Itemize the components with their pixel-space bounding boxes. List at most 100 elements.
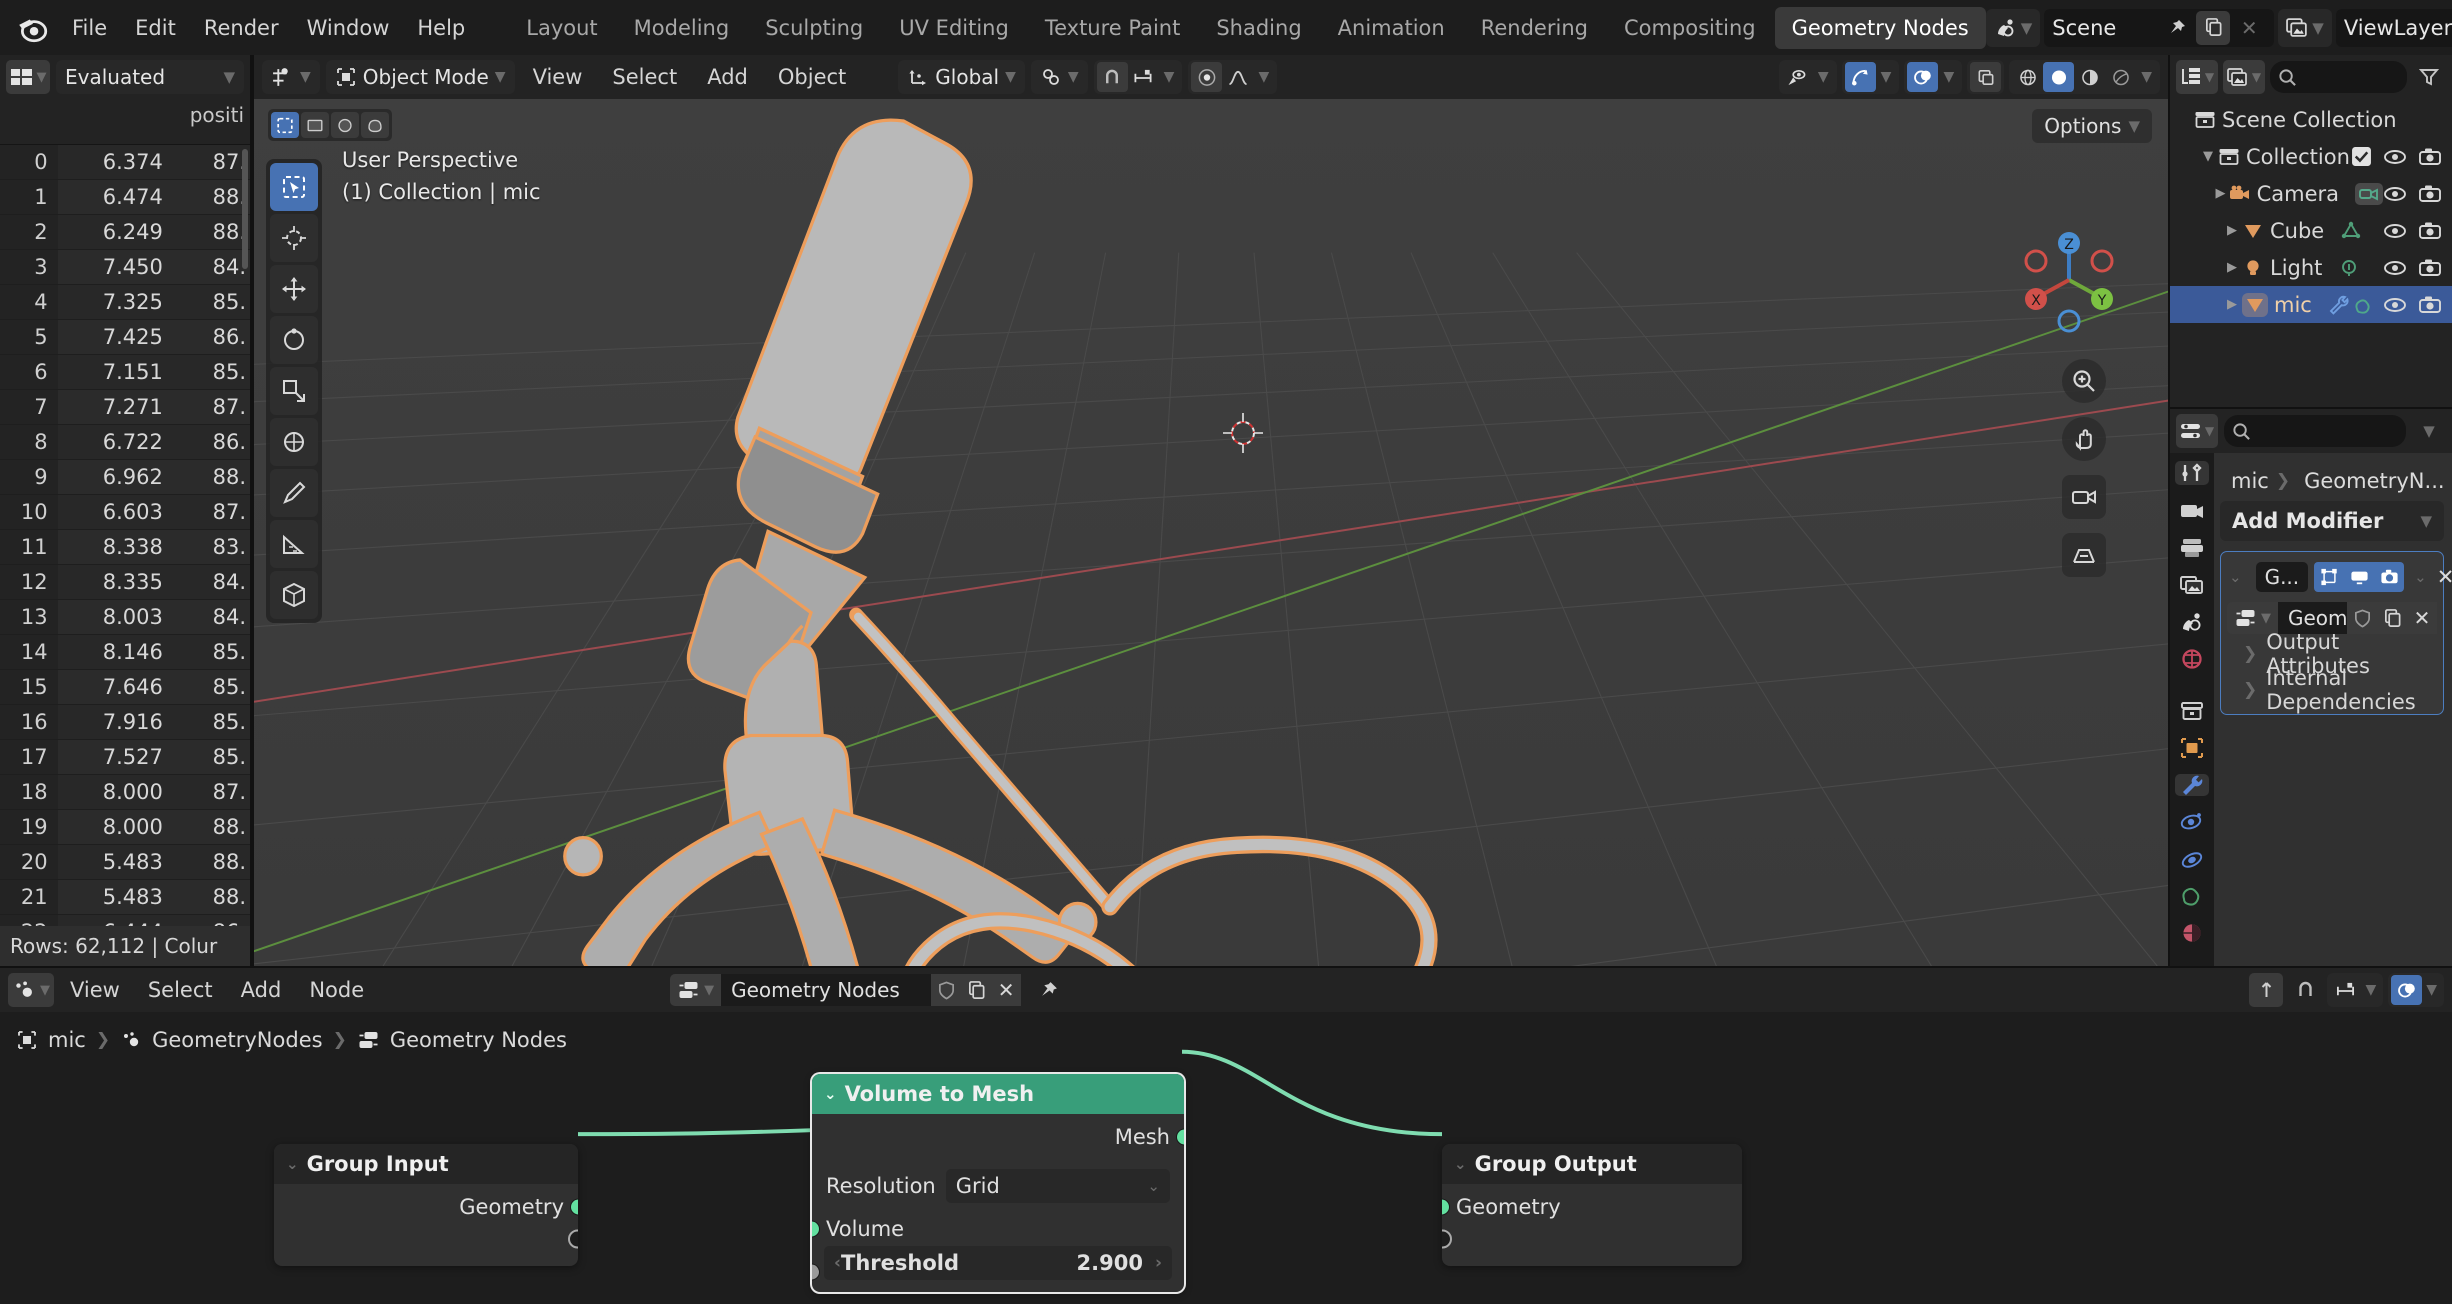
pin-scene-icon[interactable] <box>2160 11 2194 45</box>
modifier-icon[interactable] <box>2328 295 2374 315</box>
node-editor-type-icon[interactable]: ▼ <box>8 973 54 1007</box>
node-volume-to-mesh[interactable]: ⌄ Volume to Mesh Mesh Resolution Grid ⌄ <box>812 1074 1184 1292</box>
show-in-viewport-icon[interactable] <box>2344 562 2375 592</box>
viewport-menu-object[interactable]: Object <box>766 60 858 94</box>
breadcrumb-modifier[interactable]: GeometryN... <box>2304 469 2444 493</box>
node-menu-add[interactable]: Add <box>229 973 294 1007</box>
camera-view-icon[interactable] <box>2062 475 2106 519</box>
disable-in-render-camera-icon[interactable] <box>2418 147 2442 166</box>
expand-triangle-icon[interactable]: ▶ <box>2222 297 2242 312</box>
table-row[interactable]: 12 8.335 84. <box>0 564 250 600</box>
annotate-tool[interactable] <box>270 469 318 517</box>
editor-type-icon[interactable]: ▼ <box>6 60 50 94</box>
table-row[interactable]: 20 5.483 88. <box>0 844 250 880</box>
mic-object[interactable] <box>254 99 2168 966</box>
scene-name-field[interactable]: Scene ✕ <box>2044 8 2275 47</box>
table-row[interactable]: 18 8.000 87. <box>0 774 250 810</box>
outliner-filter-icon[interactable] <box>2412 60 2446 94</box>
socket-row-extend[interactable] <box>274 1224 578 1254</box>
threshold-number-field[interactable]: ‹ Threshold 2.900 › <box>824 1246 1172 1280</box>
rotate-tool[interactable] <box>270 316 318 364</box>
measure-tool[interactable] <box>270 520 318 568</box>
tab-rendering[interactable]: Rendering <box>1464 7 1605 49</box>
node-show-overlays-icon[interactable] <box>2391 975 2423 1005</box>
output-tab-icon[interactable] <box>2175 537 2209 559</box>
modifier-delete-icon[interactable]: ✕ <box>2437 565 2452 589</box>
falloff-curve-icon[interactable] <box>1222 62 1253 92</box>
expand-triangle-icon[interactable]: ▶ <box>2213 186 2229 201</box>
table-row[interactable]: 13 8.003 84. <box>0 599 250 635</box>
expand-triangle-icon[interactable]: ▶ <box>2222 260 2242 275</box>
table-row[interactable]: 7 7.271 87. <box>0 389 250 425</box>
show-overlays-icon[interactable] <box>1907 62 1939 92</box>
scene-type-selector[interactable]: ▼ <box>1985 8 2041 47</box>
toggle-xray-icon[interactable] <box>1970 62 2002 92</box>
node-unlink-datablock-icon[interactable]: ✕ <box>991 974 1022 1006</box>
socket-row-geometry-out[interactable]: Geometry <box>274 1190 578 1224</box>
blender-logo-icon[interactable] <box>16 8 50 48</box>
socket-row-volume-in[interactable]: Volume <box>812 1212 1184 1246</box>
toggle-ortho-icon[interactable] <box>2062 533 2106 577</box>
proportional-edit-icon[interactable] <box>1191 62 1223 92</box>
viewport-menu-view[interactable]: View <box>521 60 595 94</box>
table-row[interactable]: 21 5.483 88. <box>0 879 250 915</box>
sidebar-item-collection[interactable]: ▼ Collection <box>2170 138 2452 175</box>
physics-tab-icon[interactable] <box>2175 848 2209 870</box>
tab-animation[interactable]: Animation <box>1321 7 1462 49</box>
menu-file[interactable]: File <box>58 10 121 46</box>
socket-threshold-input[interactable] <box>812 1263 820 1281</box>
navigation-gizmo[interactable]: Z Y X <box>2014 225 2124 335</box>
render-tab-icon[interactable] <box>2175 500 2209 522</box>
socket-row-geometry-in[interactable]: Geometry <box>1442 1190 1742 1224</box>
table-row[interactable]: 9 6.962 88. <box>0 459 250 495</box>
material-preview-icon[interactable] <box>2074 62 2105 92</box>
table-row[interactable]: 6 7.151 85. <box>0 354 250 390</box>
table-row[interactable]: 2 6.249 88. <box>0 214 250 250</box>
resolution-dropdown[interactable]: Grid ⌄ <box>945 1169 1170 1203</box>
sidebar-item-cube[interactable]: ▶ Cube <box>2170 212 2452 249</box>
zoom-view-icon[interactable] <box>2062 359 2106 403</box>
add-cube-tool[interactable] <box>270 571 318 619</box>
viewlayer-type-selector[interactable]: ▼ <box>2278 8 2332 47</box>
node-breadcrumb-modifier[interactable]: GeometryNodes <box>152 1028 322 1052</box>
properties-search-input[interactable] <box>2224 415 2406 447</box>
light-data-icon[interactable] <box>2338 258 2360 278</box>
node-collapse-chevron-icon[interactable]: ⌄ <box>286 1155 299 1173</box>
table-row[interactable]: 11 8.338 83. <box>0 529 250 565</box>
table-row[interactable]: 14 8.146 85. <box>0 634 250 670</box>
node-snap-increment-icon[interactable] <box>2330 975 2361 1005</box>
tab-texture-paint[interactable]: Texture Paint <box>1028 7 1198 49</box>
disable-in-render-camera-icon[interactable] <box>2418 258 2442 277</box>
wireframe-shading-icon[interactable] <box>2012 62 2043 92</box>
hide-in-viewport-eye-icon[interactable] <box>2383 148 2407 166</box>
node-canvas[interactable]: mic ❯ GeometryNodes ❯ Geometry Nodes ⌄ G… <box>0 1012 2452 1304</box>
menu-render[interactable]: Render <box>190 10 293 46</box>
node-pin-icon[interactable] <box>1031 973 1065 1007</box>
particles-tab-icon[interactable] <box>2175 811 2209 833</box>
node-breadcrumb-tree[interactable]: Geometry Nodes <box>390 1028 567 1052</box>
rendered-shading-icon[interactable] <box>2105 62 2136 92</box>
solid-shading-icon[interactable] <box>2043 62 2075 92</box>
outliner-search-input[interactable] <box>2270 61 2407 93</box>
world-tab-icon[interactable] <box>2175 648 2209 670</box>
disable-in-render-camera-icon[interactable] <box>2418 184 2442 203</box>
dataset-selector[interactable]: Evaluated ▼ <box>56 60 244 94</box>
delete-scene-icon[interactable]: ✕ <box>2232 11 2266 45</box>
mesh-data-icon[interactable] <box>2340 221 2362 241</box>
scene-tab-icon[interactable] <box>2175 611 2209 633</box>
table-row[interactable]: 226.44486. <box>0 914 250 926</box>
circle-select-icon[interactable] <box>331 112 359 138</box>
sidebar-item-mic[interactable]: ▶ mic <box>2170 286 2452 323</box>
tab-geometry-nodes[interactable]: Geometry Nodes <box>1774 6 1986 49</box>
hide-in-viewport-eye-icon[interactable] <box>2383 222 2407 240</box>
tweak-select-icon[interactable] <box>271 112 299 138</box>
socket-geometry-output[interactable] <box>570 1198 578 1216</box>
table-row[interactable]: 16 7.916 85. <box>0 704 250 740</box>
table-row[interactable]: 17 7.527 85. <box>0 739 250 775</box>
tool-tab-icon[interactable] <box>2175 461 2209 485</box>
tweak-tool[interactable] <box>270 163 318 211</box>
pan-view-icon[interactable] <box>2062 417 2106 461</box>
viewport-editor-type-icon[interactable]: ▼ <box>262 60 320 94</box>
table-row[interactable]: 3 7.450 84. <box>0 249 250 285</box>
table-row[interactable]: 0 6.374 87. <box>0 145 250 180</box>
